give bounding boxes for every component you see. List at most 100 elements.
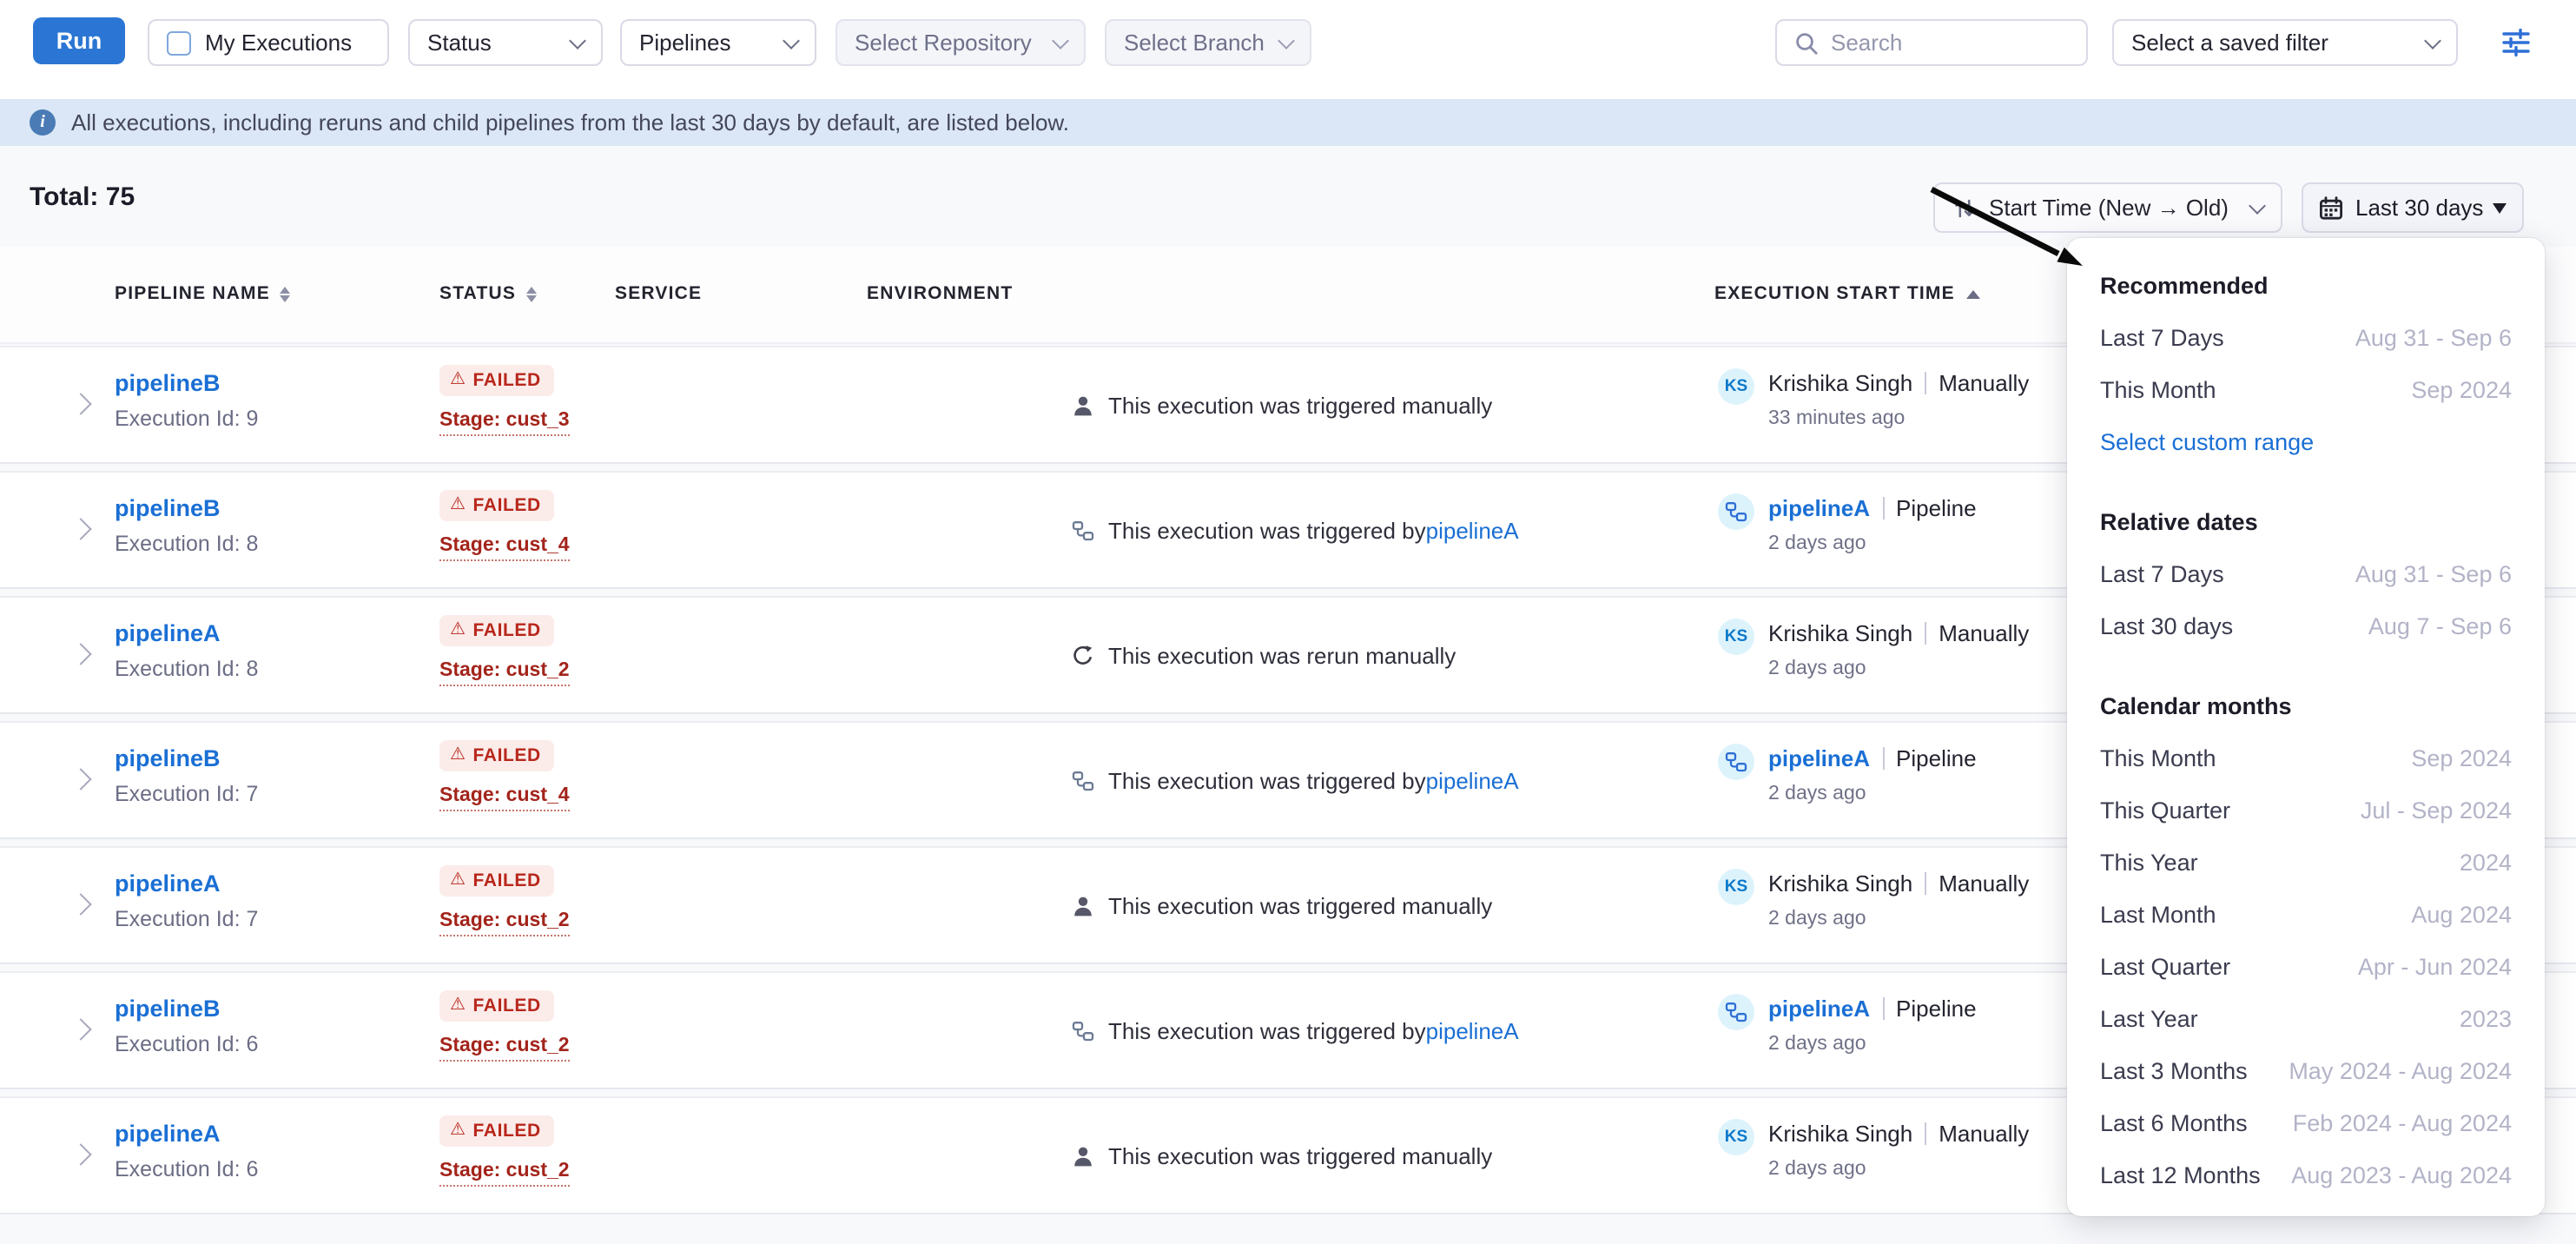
- actor-line: Krishika Singh Manually: [1768, 370, 2029, 396]
- status-badge[interactable]: ⚠ FAILED: [439, 740, 555, 771]
- column-header-status[interactable]: STATUS: [439, 283, 537, 304]
- status-badge[interactable]: ⚠ FAILED: [439, 1115, 555, 1147]
- section-gap: [2100, 467, 2512, 495]
- status-filter-dropdown[interactable]: Status: [408, 19, 603, 66]
- row-expand-chevron-icon[interactable]: [69, 1018, 91, 1040]
- date-option-label: Last Month: [2100, 901, 2216, 927]
- date-option-last-6-months[interactable]: Last 6 MonthsFeb 2024 - Aug 2024: [2100, 1096, 2512, 1148]
- date-option-this-month[interactable]: This MonthSep 2024: [2100, 731, 2512, 784]
- trigger-pipeline-link[interactable]: pipelineA: [1426, 518, 1519, 544]
- actor-pipeline-link[interactable]: pipelineA: [1768, 996, 1870, 1022]
- filter-sliders-icon[interactable]: [2498, 24, 2533, 59]
- avatar: KS: [1718, 619, 1754, 655]
- select-custom-range-link[interactable]: Select custom range: [2100, 415, 2512, 467]
- date-option-last-7-days[interactable]: Last 7 DaysAug 31 - Sep 6: [2100, 547, 2512, 599]
- filters-toolbar: Run My Executions Status Pipelines Selec…: [0, 0, 2576, 99]
- failed-stage-link[interactable]: Stage: cust_2: [439, 1036, 570, 1062]
- date-option-last-month[interactable]: Last Month Aug 2024: [2100, 888, 2512, 940]
- column-header-label: SERVICE: [615, 283, 702, 304]
- trigger-info: This execution was triggered manually: [1072, 893, 1492, 919]
- pipeline-name-link[interactable]: pipelineB: [115, 370, 221, 396]
- date-option-this-quarter[interactable]: This QuarterJul - Sep 2024: [2100, 784, 2512, 836]
- warning-triangle-icon: ⚠: [450, 747, 466, 764]
- failed-stage-link[interactable]: Stage: cust_4: [439, 785, 570, 811]
- trigger-info: This execution was triggered manually: [1072, 393, 1492, 419]
- dropdown-section-header: Relative dates: [2100, 495, 2512, 547]
- trigger-type: Manually: [1939, 1121, 2029, 1147]
- user-icon: [1072, 1145, 1094, 1168]
- saved-filter-dropdown[interactable]: Select a saved filter: [2112, 19, 2458, 66]
- column-header-execution-start-time[interactable]: EXECUTION START TIME: [1714, 283, 1981, 304]
- my-executions-checkbox[interactable]: [167, 30, 191, 55]
- date-option-range: Aug 7 - Sep 6: [2368, 612, 2512, 639]
- sort-arrows-icon: [526, 286, 537, 301]
- status-badge-label: FAILED: [473, 495, 541, 516]
- my-executions-toggle[interactable]: My Executions: [148, 19, 389, 66]
- column-header-label: ENVIRONMENT: [867, 283, 1013, 304]
- row-expand-chevron-icon[interactable]: [69, 893, 91, 915]
- status-badge[interactable]: ⚠ FAILED: [439, 615, 555, 646]
- run-button[interactable]: Run: [33, 17, 125, 64]
- repository-filter-dropdown[interactable]: Select Repository: [836, 19, 1086, 66]
- trigger-type: Pipeline: [1896, 495, 1977, 521]
- date-option-last-quarter[interactable]: Last QuarterApr - Jun 2024: [2100, 940, 2512, 992]
- date-option-last-year[interactable]: Last Year2023: [2100, 992, 2512, 1044]
- failed-stage-link[interactable]: Stage: cust_3: [439, 410, 570, 436]
- info-icon: i: [30, 109, 56, 136]
- pipeline-avatar-icon: [1718, 744, 1754, 780]
- failed-stage-link[interactable]: Stage: cust_2: [439, 1161, 570, 1187]
- status-badge-label: FAILED: [473, 745, 541, 766]
- status-badge[interactable]: ⚠ FAILED: [439, 990, 555, 1022]
- status-badge[interactable]: ⚠ FAILED: [439, 365, 555, 396]
- trigger-pipeline-link[interactable]: pipelineA: [1426, 1018, 1519, 1044]
- trigger-pipeline-link[interactable]: pipelineA: [1426, 768, 1519, 794]
- pipeline-name-link[interactable]: pipelineA: [115, 1121, 221, 1147]
- date-option-label: Last 7 Days: [2100, 324, 2224, 350]
- failed-stage-link[interactable]: Stage: cust_2: [439, 660, 570, 686]
- pipelines-filter-dropdown[interactable]: Pipelines: [620, 19, 816, 66]
- status-filter-label: Status: [427, 30, 492, 56]
- sort-dropdown[interactable]: Start Time (New → Old): [1933, 182, 2282, 233]
- warning-triangle-icon: ⚠: [450, 872, 466, 890]
- status-badge[interactable]: ⚠ FAILED: [439, 865, 555, 897]
- pipeline-name-link[interactable]: pipelineA: [115, 620, 221, 646]
- column-header-environment: ENVIRONMENT: [867, 283, 1013, 304]
- trigger-info: This execution was triggered manually: [1072, 1143, 1492, 1169]
- search-input[interactable]: Search: [1775, 19, 2088, 66]
- execution-id: Execution Id: 8: [115, 532, 258, 556]
- pipeline-name-link[interactable]: pipelineB: [115, 996, 221, 1022]
- saved-filter-label: Select a saved filter: [2131, 30, 2328, 56]
- column-header-pipeline-name[interactable]: PIPELINE NAME: [115, 283, 291, 304]
- pipeline-name-link[interactable]: pipelineA: [115, 870, 221, 897]
- status-badge[interactable]: ⚠ FAILED: [439, 490, 555, 521]
- avatar: KS: [1718, 368, 1754, 405]
- pipeline-name-link[interactable]: pipelineB: [115, 745, 221, 771]
- row-expand-chevron-icon[interactable]: [69, 393, 91, 414]
- date-option-this-month[interactable]: This MonthSep 2024: [2100, 363, 2512, 415]
- row-expand-chevron-icon[interactable]: [69, 1143, 91, 1165]
- date-option-last-12-months[interactable]: Last 12 MonthsAug 2023 - Aug 2024: [2100, 1148, 2512, 1201]
- sort-arrows-icon: [281, 286, 291, 301]
- actor-pipeline-link[interactable]: pipelineA: [1768, 495, 1870, 521]
- date-option-this-year[interactable]: This Year2024: [2100, 836, 2512, 888]
- date-option-label: This Quarter: [2100, 797, 2230, 823]
- date-option-last-7-days[interactable]: Last 7 DaysAug 31 - Sep 6: [2100, 311, 2512, 363]
- date-range-button[interactable]: Last 30 days: [2302, 182, 2524, 233]
- date-option-range: Aug 2024: [2411, 901, 2512, 927]
- failed-stage-link[interactable]: Stage: cust_2: [439, 910, 570, 936]
- failed-stage-link[interactable]: Stage: cust_4: [439, 535, 570, 561]
- date-option-last-30-days[interactable]: Last 30 daysAug 7 - Sep 6: [2100, 599, 2512, 652]
- row-expand-chevron-icon[interactable]: [69, 768, 91, 790]
- date-option-label: Last Quarter: [2100, 953, 2230, 979]
- execution-id: Execution Id: 6: [115, 1157, 258, 1181]
- pipeline-name-link[interactable]: pipelineB: [115, 495, 221, 521]
- date-option-range: Sep 2024: [2411, 376, 2512, 402]
- branch-filter-dropdown[interactable]: Select Branch: [1105, 19, 1311, 66]
- row-expand-chevron-icon[interactable]: [69, 643, 91, 665]
- status-badge-label: FAILED: [473, 620, 541, 641]
- actor-pipeline-link[interactable]: pipelineA: [1768, 745, 1870, 771]
- actor-line: pipelineA Pipeline: [1768, 495, 1977, 521]
- row-expand-chevron-icon[interactable]: [69, 518, 91, 539]
- date-option-last-3-months[interactable]: Last 3 MonthsMay 2024 - Aug 2024: [2100, 1044, 2512, 1096]
- user-icon: [1072, 895, 1094, 917]
